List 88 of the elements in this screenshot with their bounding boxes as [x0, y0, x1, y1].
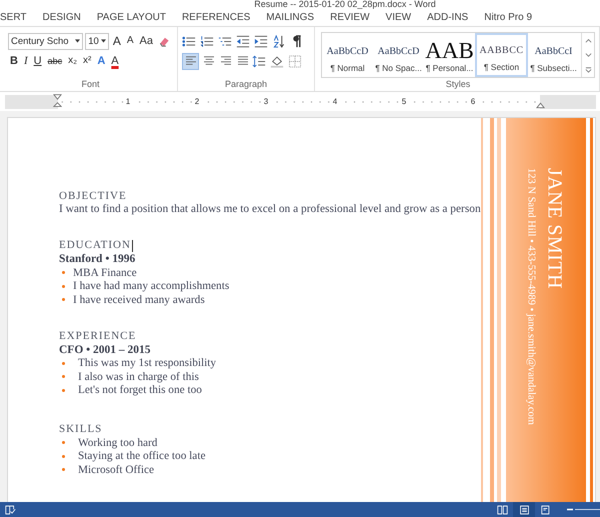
ruler-margin: [5, 95, 58, 109]
menu-tab[interactable]: SERT: [0, 12, 34, 22]
group-label: Styles: [446, 79, 470, 89]
bullet-text: Let's not forget this one too: [78, 384, 202, 396]
subheading: Stanford • 1996: [59, 252, 136, 266]
bullet-text: This was my 1st responsibility: [78, 357, 216, 370]
increase-indent-icon[interactable]: [254, 34, 268, 48]
menu-tab[interactable]: MAILINGS: [266, 12, 322, 22]
view-icon: [540, 504, 552, 514]
shading-icon[interactable]: [270, 54, 284, 68]
menu-tab[interactable]: VIEW: [386, 12, 420, 22]
style-tile[interactable]: AaBbCcD ¶ No Spac...: [373, 33, 424, 77]
ruler-margin: [540, 95, 596, 109]
section-heading: EXPERIENCE: [59, 330, 136, 342]
bullet-icon: [62, 284, 65, 288]
more-styles-icon[interactable]: [584, 66, 592, 74]
group-label: Paragraph: [224, 79, 268, 89]
dropdown-caret-icon: [100, 39, 106, 43]
bullet-text: Working too hard: [78, 436, 158, 449]
indent-marker-icon[interactable]: [53, 93, 62, 109]
font-size-field[interactable]: 10: [85, 32, 109, 50]
font-button[interactable]: Aa: [138, 33, 155, 49]
menu-tab[interactable]: Nitro Pro 9: [484, 12, 540, 22]
subheading: CFO • 2001 – 2015: [59, 342, 152, 356]
bullet-icon: [62, 441, 65, 444]
align-lines-icon: [220, 56, 232, 66]
group-label: Font: [81, 79, 100, 89]
bullets-icon[interactable]: [182, 34, 196, 48]
font-button[interactable]: A: [110, 33, 123, 49]
menu-tab[interactable]: REVIEW: [330, 12, 378, 22]
format-button[interactable]: A: [95, 53, 108, 69]
bullet-icon: [62, 271, 65, 274]
format-button[interactable]: x²: [80, 53, 94, 69]
align-lines-icon: [202, 56, 214, 66]
align-button[interactable]: [182, 52, 199, 70]
line-spacing-icon[interactable]: [252, 54, 266, 68]
proofing-icon[interactable]: [5, 504, 16, 514]
bullet-icon: [62, 362, 65, 365]
bullet-text: MBA Finance: [73, 266, 137, 279]
format-button[interactable]: x₂: [66, 53, 79, 69]
gallery-scroll-control[interactable]: [581, 33, 594, 77]
section-heading: OBJECTIVE: [59, 190, 127, 203]
menu-tab[interactable]: DESIGN: [42, 12, 89, 22]
bullet-icon: [62, 388, 65, 392]
multilevel-list-icon[interactable]: [218, 34, 232, 48]
bullet-icon: [62, 375, 65, 378]
view-icon: [518, 504, 530, 514]
format-button[interactable]: A: [109, 53, 121, 69]
window-title: Resume -- 2015-01-20 02_28pm.docx - Word: [254, 0, 436, 8]
bullet-icon: [62, 454, 65, 458]
bullet-icon: [62, 468, 65, 472]
menu-tab[interactable]: PAGE LAYOUT: [96, 12, 174, 22]
numbering-icon[interactable]: [200, 34, 214, 48]
style-tile[interactable]: AAB ¶ Personal...: [424, 33, 475, 77]
format-button[interactable]: B: [8, 53, 20, 69]
style-tile[interactable]: AABBCC ¶ Section: [475, 33, 528, 77]
zoom-out-icon[interactable]: [567, 508, 573, 511]
scroll-down-icon[interactable]: [584, 51, 592, 58]
bullet-text: I have had many accomplishments: [73, 280, 230, 292]
style-tile[interactable]: AaBbCcD ¶ Normal: [322, 33, 373, 77]
menu-tab[interactable]: ADD-INS: [427, 12, 476, 22]
contact-info: 123 N Sand Hill • 433-555-4989 • jane.smith@vandalay.com: [526, 168, 537, 427]
format-button[interactable]: I: [22, 53, 30, 69]
section-heading: EDUCATION: [59, 239, 131, 252]
bullet-text: I also was in charge of this: [78, 370, 199, 383]
sort-icon[interactable]: [272, 34, 286, 48]
bullet-text: Microsoft Office: [78, 464, 154, 476]
bullet-text: I have received many awards: [73, 294, 205, 306]
menu-tab[interactable]: REFERENCES: [182, 12, 258, 22]
bullet-icon: [62, 298, 65, 302]
align-lines-icon: [236, 56, 248, 66]
format-button[interactable]: abc: [46, 53, 64, 69]
view-button[interactable]: [513, 502, 535, 517]
section-heading: SKILLS: [59, 423, 102, 436]
format-button[interactable]: U: [32, 53, 44, 69]
paragraph-text: I want to find a position that allows me to excel on a professional level and grow as a person: [59, 203, 481, 216]
font-name-field[interactable]: Century Scho: [8, 32, 84, 50]
dropdown-caret-icon: [75, 39, 80, 43]
font-button[interactable]: A: [124, 33, 136, 49]
align-lines-icon: [184, 56, 196, 66]
decrease-indent-icon[interactable]: [236, 34, 250, 48]
text-cursor: [132, 240, 133, 252]
right-indent-marker-icon[interactable]: [536, 101, 545, 109]
person-name: JANE SMITH: [542, 168, 566, 292]
view-icon: [496, 504, 508, 514]
bullet-text: Staying at the office too late: [78, 450, 206, 462]
style-tile[interactable]: AaBbCcI ¶ Subsecti...: [528, 33, 579, 77]
scroll-up-icon[interactable]: [584, 36, 592, 44]
